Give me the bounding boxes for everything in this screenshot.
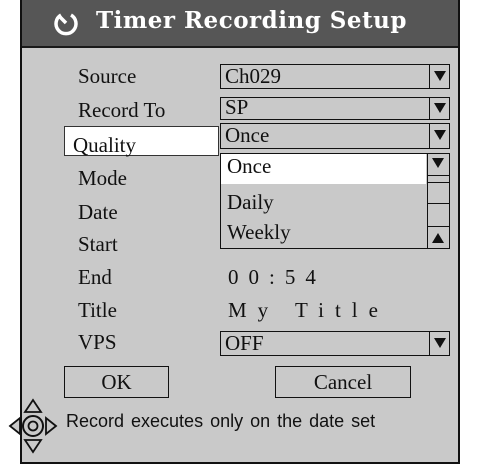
quality-dropdown-button[interactable] [429,124,449,148]
date-label: Date [78,200,118,224]
mode-label: Mode [78,166,127,190]
source-value: Ch029 [225,64,282,88]
quality-dropdown-list[interactable]: Once Daily Weekly [220,153,450,249]
source-select[interactable]: Ch029 [220,64,450,89]
cancel-button[interactable]: Cancel [275,366,411,398]
vps-select[interactable]: OFF [220,331,450,356]
scroll-up-button[interactable] [428,154,449,176]
start-label: Start [78,232,118,256]
record-to-dropdown-button[interactable] [429,98,449,119]
navigation-pad-icon [8,398,58,454]
title-value[interactable]: My Title [228,298,389,323]
quality-label[interactable]: Quality [64,126,219,157]
timer-icon [54,13,78,36]
triangle-down-icon [432,158,444,168]
hint-text: Record executes only on the date set [66,411,376,431]
scrollbar-thumb[interactable] [428,182,449,204]
dialog-title: Timer Recording Setup [96,7,407,34]
vps-label: VPS [78,330,117,354]
end-time-value[interactable]: 00:54 [228,265,326,290]
vps-dropdown-button[interactable] [429,332,449,355]
triangle-down-icon [434,338,446,348]
dropdown-item-weekly[interactable]: Weekly [221,220,426,250]
ok-button[interactable]: OK [64,366,169,398]
dropdown-item-daily[interactable]: Daily [221,190,426,220]
source-label: Source [78,64,137,88]
dropdown-item-once[interactable]: Once [221,154,426,184]
record-to-select[interactable]: SP [220,95,450,120]
record-to-value: SP [225,95,249,119]
quality-select[interactable]: Once [220,123,450,149]
dropdown-scrollbar[interactable] [427,154,449,248]
quality-value: Once [225,123,270,147]
scroll-down-button[interactable] [428,226,449,248]
end-label: End [78,265,112,289]
title-bar: Timer Recording Setup [22,0,458,48]
triangle-down-icon [434,71,446,81]
triangle-up-icon [432,233,444,243]
timer-recording-dialog: Timer Recording Setup Source Record To Q… [20,0,460,464]
source-dropdown-button[interactable] [429,65,449,88]
triangle-down-icon [434,130,446,140]
title-label: Title [78,298,117,322]
triangle-down-icon [434,103,446,113]
vps-value: OFF [225,331,264,355]
record-to-label: Record To [78,98,166,122]
